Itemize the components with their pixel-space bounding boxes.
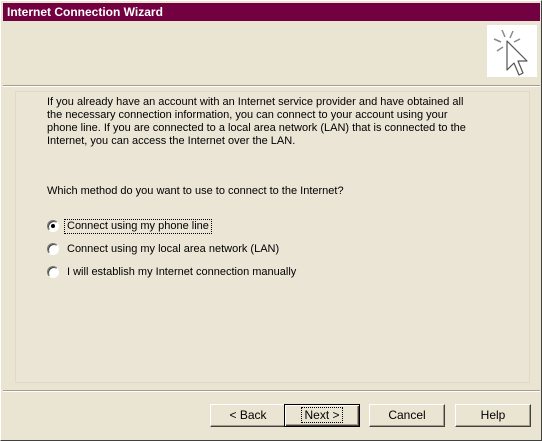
next-button-label: Next > — [301, 407, 343, 423]
option-manual-label[interactable]: I will establish my Internet connection … — [65, 266, 298, 279]
header-panel — [3, 21, 540, 83]
footer-divider — [3, 390, 540, 392]
radio-manual[interactable] — [47, 266, 59, 278]
option-manual[interactable]: I will establish my Internet connection … — [47, 265, 298, 279]
back-button[interactable]: < Back — [210, 404, 286, 427]
wizard-cursor-graphic — [493, 29, 528, 76]
header-divider — [3, 85, 540, 87]
option-phone-line-label[interactable]: Connect using my phone line — [64, 218, 212, 234]
option-lan-label[interactable]: Connect using my local area network (LAN… — [65, 243, 281, 256]
option-lan[interactable]: Connect using my local area network (LAN… — [47, 242, 281, 256]
option-phone-line[interactable]: Connect using my phone line — [47, 218, 212, 234]
radio-lan[interactable] — [47, 243, 59, 255]
window-title: Internet Connection Wizard — [7, 5, 163, 19]
cancel-button[interactable]: Cancel — [369, 404, 445, 427]
intro-text: If you already have an account with an I… — [47, 96, 466, 147]
help-button-label: Help — [480, 408, 506, 422]
wizard-cursor-icon — [487, 25, 537, 77]
help-button[interactable]: Help — [455, 404, 531, 427]
content-panel: If you already have an account with an I… — [15, 91, 530, 383]
next-button[interactable]: Next > — [284, 404, 360, 427]
wizard-window: Internet Connection Wizard If you alread… — [0, 0, 542, 441]
radio-phone-line[interactable] — [47, 220, 59, 232]
title-bar[interactable]: Internet Connection Wizard — [3, 3, 540, 21]
question-text: Which method do you want to use to conne… — [47, 185, 344, 197]
back-button-label: < Back — [229, 408, 267, 422]
cancel-button-label: Cancel — [388, 408, 426, 422]
